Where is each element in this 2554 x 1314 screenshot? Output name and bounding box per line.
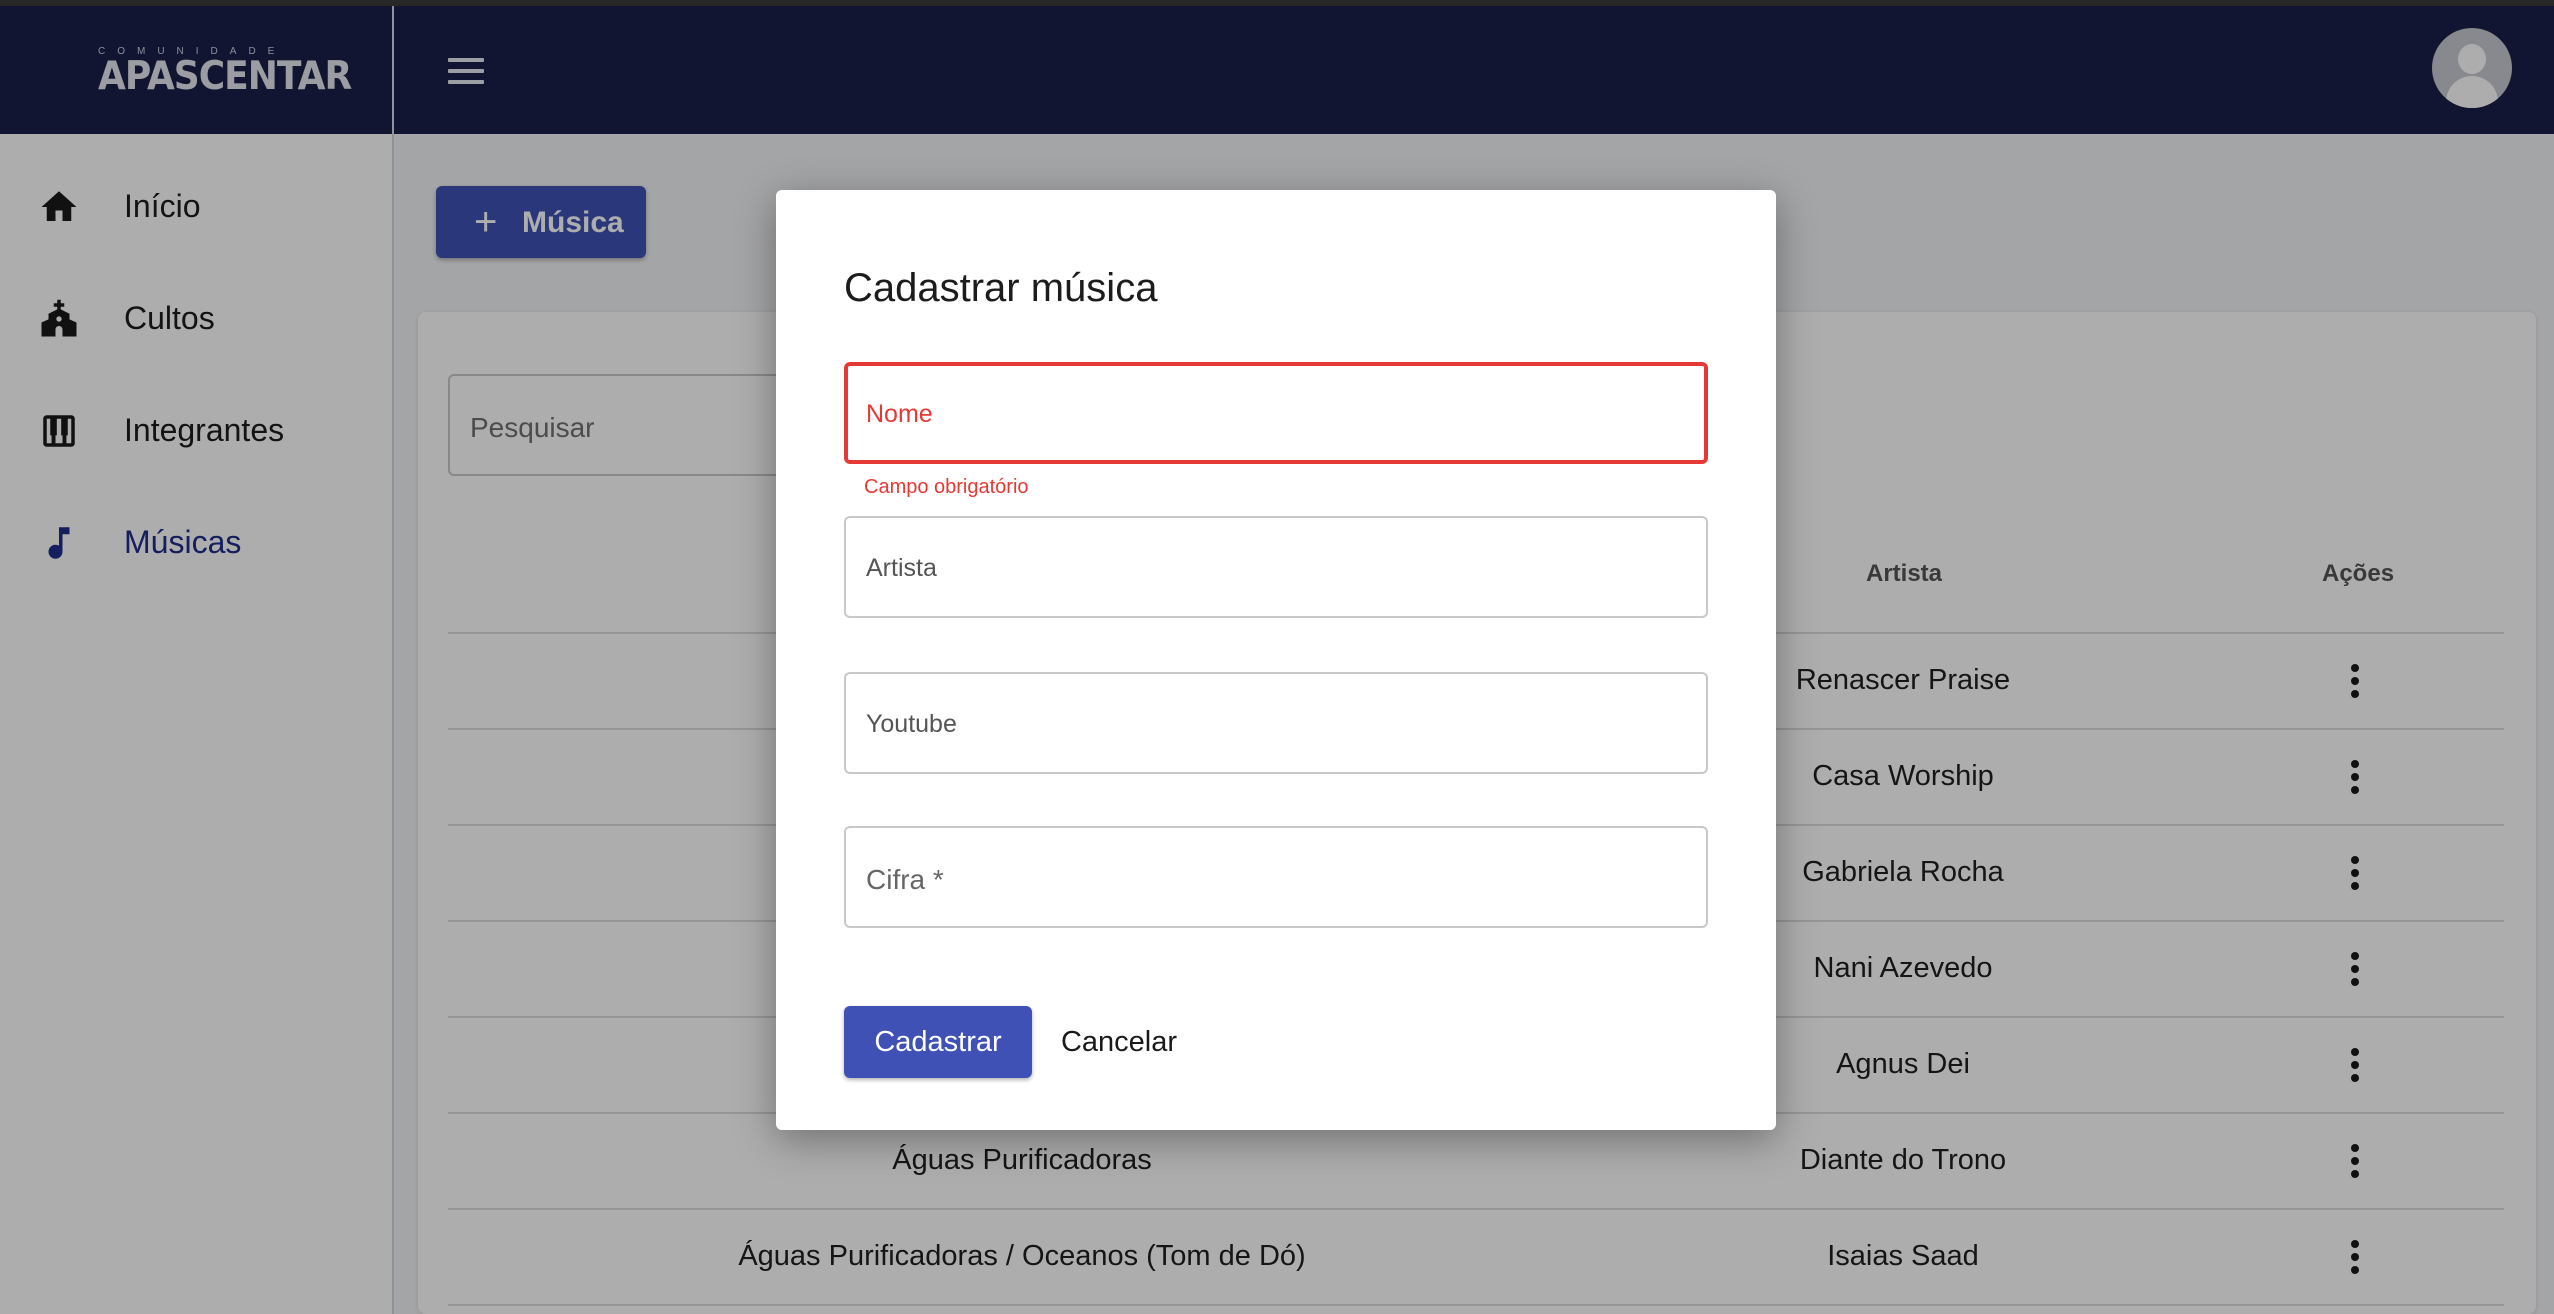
cadastrar-button[interactable]: Cadastrar	[844, 1006, 1032, 1078]
artista-field-label: Artista	[866, 554, 937, 582]
youtube-field-label: Youtube	[866, 710, 957, 738]
nome-field[interactable]: Nome	[844, 362, 1708, 464]
artista-field[interactable]: Artista	[844, 516, 1708, 618]
nome-error-text: Campo obrigatório	[864, 476, 1029, 498]
cancelar-button[interactable]: Cancelar	[1044, 1006, 1194, 1078]
dialog-title: Cadastrar música	[844, 266, 1158, 310]
cifra-field-label: Cifra *	[866, 864, 944, 895]
nome-field-label: Nome	[866, 400, 933, 428]
register-music-dialog: Cadastrar música Nome Campo obrigatório …	[776, 190, 1776, 1130]
youtube-field[interactable]: Youtube	[844, 672, 1708, 774]
cifra-field[interactable]: Cifra *	[844, 826, 1708, 928]
